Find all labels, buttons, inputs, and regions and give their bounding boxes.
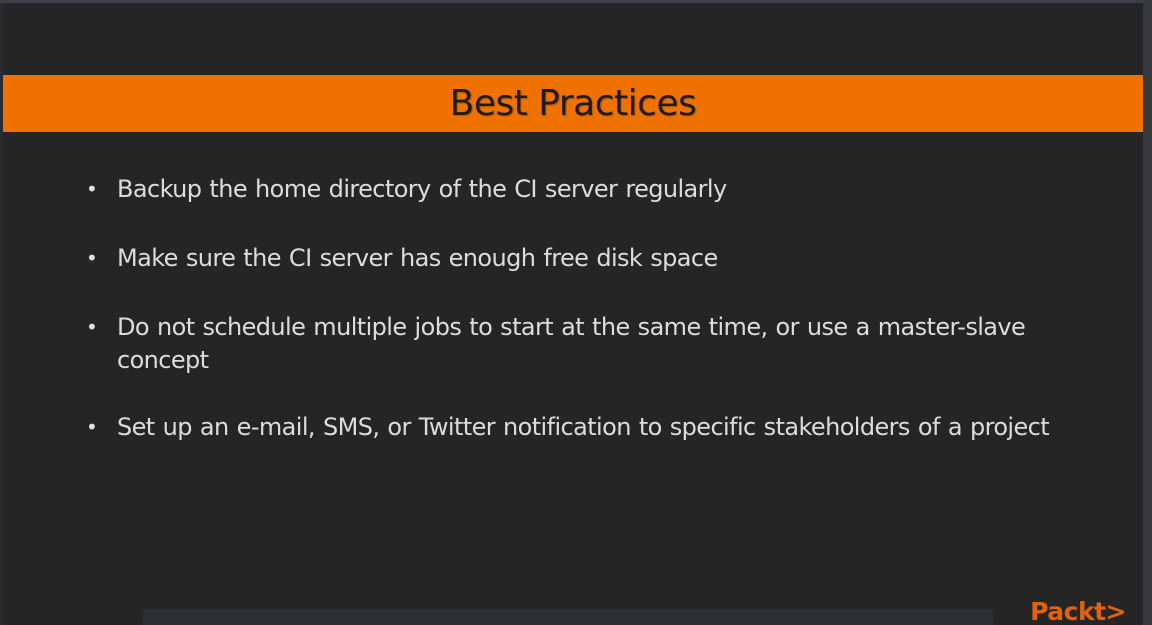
bullet-text: Do not schedule multiple jobs to start a… xyxy=(117,313,1026,374)
bullet-list: • Backup the home directory of the CI se… xyxy=(83,173,1083,444)
packt-logo: Packt> xyxy=(1030,597,1126,625)
bullet-item: • Backup the home directory of the CI se… xyxy=(83,173,1083,206)
bullet-icon: • xyxy=(86,246,98,270)
video-viewport: Best Practices • Backup the home directo… xyxy=(0,0,1152,625)
bullet-item: • Set up an e-mail, SMS, or Twitter noti… xyxy=(83,411,1083,444)
bullet-icon: • xyxy=(86,415,98,439)
bullet-item: • Make sure the CI server has enough fre… xyxy=(83,242,1083,275)
presentation-slide: Best Practices • Backup the home directo… xyxy=(3,3,1143,625)
bullet-text: Make sure the CI server has enough free … xyxy=(117,244,718,272)
bullet-icon: • xyxy=(86,177,98,201)
bullet-text: Backup the home directory of the CI serv… xyxy=(117,175,727,203)
right-edge-gutter xyxy=(1143,0,1152,625)
bullet-text: Set up an e-mail, SMS, or Twitter notifi… xyxy=(117,413,1050,441)
bullet-icon: • xyxy=(86,315,98,339)
slide-title: Best Practices xyxy=(449,83,697,124)
title-bar: Best Practices xyxy=(3,75,1143,132)
player-bottom-strip xyxy=(143,609,993,625)
bullet-item: • Do not schedule multiple jobs to start… xyxy=(83,311,1083,377)
